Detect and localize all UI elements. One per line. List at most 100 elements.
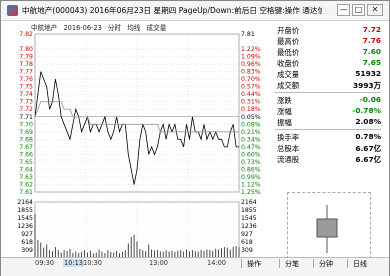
price-tick-label: 7.82 — [19, 31, 33, 38]
pct-tick-label: 1.22% — [241, 46, 261, 53]
price-tick-label: 7.75 — [19, 84, 33, 91]
time-axis-label: 14:00 — [207, 259, 227, 267]
minimize-button[interactable]: — — [337, 4, 350, 16]
price-tick-label: 7.69 — [19, 129, 33, 136]
price-tick-label: 7.65 — [19, 159, 33, 166]
info-value: 6.67亿 — [355, 144, 381, 153]
price-tick-label: 7.80 — [19, 46, 33, 53]
candlestick-thumbnail — [287, 192, 371, 264]
price-tick-label: 7.68 — [19, 136, 33, 143]
divider — [275, 92, 381, 93]
info-row: 涨幅 -0.78% — [275, 106, 383, 116]
info-label: 涨跌 — [277, 96, 292, 105]
info-value: -0.78% — [352, 106, 381, 115]
time-axis-label: 09:30 — [35, 259, 55, 267]
volume-tick-label-right: 618 — [241, 239, 253, 246]
info-label: 换手率 — [277, 133, 300, 142]
volume-tick-label-right: 309 — [241, 247, 253, 254]
pct-tick-label: 0.21% — [241, 129, 261, 136]
info-row: 成交量 51932 — [275, 69, 383, 79]
info-label: 最高价 — [277, 37, 300, 46]
volume-tick-label-right: 1545 — [241, 215, 257, 222]
time-axis-label: 10:30 — [83, 259, 103, 267]
tab-1[interactable]: 分笔 — [285, 259, 299, 269]
price-tick-label: 7.62 — [19, 181, 33, 188]
info-row: 收盘价 7.65 — [275, 58, 383, 68]
tab-divider — [241, 259, 242, 268]
price-tick-label: 7.70 — [19, 121, 33, 128]
app-window: 中航地产(000043) 2016年06月23日 星期四 PageUp/Down… — [0, 0, 390, 276]
maximize-button[interactable]: □ — [352, 4, 365, 16]
volume-tick-label-right: 1236 — [241, 223, 257, 230]
volume-tick-label: 927 — [21, 231, 33, 238]
intraday-chart[interactable]: 中航地产 2016-06-23 分时 均线 成交量 7.82 7.81 7.80 1.… — [5, 22, 271, 265]
volume-tick-label-right: 2164 — [241, 199, 257, 206]
info-value: 7.72 — [362, 25, 381, 34]
time-axis-label: 10:13 — [63, 259, 85, 267]
price-tick-label: 7.64 — [19, 166, 33, 173]
tab-2[interactable]: 分钟 — [319, 259, 333, 269]
price-tick-label: 7.79 — [19, 54, 33, 61]
price-tick-label: 7.67 — [19, 144, 33, 151]
pct-tick-label: 1.25% — [241, 189, 261, 196]
info-label: 成交额 — [277, 81, 300, 90]
tab-3[interactable]: 日线 — [353, 259, 367, 269]
pct-tick-label: 0.44% — [241, 91, 261, 98]
price-tick-label: 7.78 — [19, 61, 33, 68]
info-value: 6.67亿 — [355, 155, 381, 164]
pct-tick-label: 0.99% — [241, 174, 261, 181]
info-label: 最低价 — [277, 48, 300, 57]
pct-tick-label: 0.83% — [241, 69, 261, 76]
pct-tick-label: 0.31% — [241, 99, 261, 106]
volume-tick-label: 1545 — [17, 215, 33, 222]
pct-tick-label: 0.57% — [241, 84, 261, 91]
info-row: 涨跌 -0.06 — [275, 95, 383, 105]
divider — [275, 129, 381, 130]
close-button[interactable]: ✕ — [367, 4, 383, 16]
info-label: 总股本 — [277, 144, 300, 153]
info-row: 最高价 7.76 — [275, 36, 383, 46]
price-tick-label: 7.73 — [19, 99, 33, 106]
pct-tick-label: 0.70% — [241, 76, 261, 83]
info-row: 流通股 6.67亿 — [275, 154, 383, 164]
quote-info-panel: 开盘价 7.72 最高价 7.76 最低价 7.60 收盘价 7.65 成交量 51932 成交额 3… — [273, 22, 385, 265]
info-row: 成交额 3993万 — [275, 80, 383, 90]
pct-tick-label: 0.60% — [241, 151, 261, 158]
pct-tick-label: 0.73% — [241, 159, 261, 166]
volume-tick-label: 618 — [21, 239, 33, 246]
info-row: 开盘价 7.72 — [275, 25, 383, 35]
info-row: 振幅 2.08% — [275, 117, 383, 127]
price-tick-label: 7.66 — [19, 151, 33, 158]
pct-tick-label: 0.34% — [241, 136, 261, 143]
price-tick-label: 7.63 — [19, 174, 33, 181]
info-label: 振幅 — [277, 118, 292, 127]
app-logo-icon — [7, 5, 18, 16]
volume-tick-label-right: 927 — [241, 231, 253, 238]
price-tick-label: 7.77 — [19, 69, 33, 76]
volume-tick-label: 309 — [21, 247, 33, 254]
price-tick-label: 7.71 — [19, 114, 33, 121]
pct-tick-label: 0.18% — [241, 106, 261, 113]
time-axis-label: 13:00 — [149, 259, 169, 267]
info-value: 51932 — [355, 69, 381, 78]
status-bar: 09:30 10:13 10:30 13:00 14:00 操作 分笔 分钟 日线 — [1, 257, 389, 276]
tab-divider — [279, 259, 280, 268]
info-row: 最低价 7.60 — [275, 47, 383, 57]
pct-tick-label: 1.12% — [241, 181, 261, 188]
pct-tick-label: 0.47% — [241, 144, 261, 151]
info-label: 收盘价 — [277, 59, 300, 68]
info-row: 换手率 0.78% — [275, 132, 383, 142]
chart-canvas[interactable]: 7.82 7.81 7.80 1.22% 7.79 1.09% 7.78 0.96% 7.77 0… — [5, 22, 271, 265]
info-value: 2.08% — [355, 117, 381, 126]
volume-tick-label-right: 1855 — [241, 207, 257, 214]
price-tick-label: 7.76 — [19, 76, 33, 83]
tab-0[interactable]: 操作 — [247, 259, 261, 269]
pct-tick-label: 0.05% — [241, 114, 261, 121]
tab-divider — [347, 259, 348, 268]
price-tick-label: 7.74 — [19, 91, 33, 98]
title-bar: 中航地产(000043) 2016年06月23日 星期四 PageUp/Down… — [1, 1, 389, 21]
info-row: 总股本 6.67亿 — [275, 143, 383, 153]
info-label: 涨幅 — [277, 107, 292, 116]
info-label: 流通股 — [277, 155, 300, 164]
window-title: 中航地产(000043) 2016年06月23日 星期四 PageUp/Down… — [22, 6, 322, 15]
